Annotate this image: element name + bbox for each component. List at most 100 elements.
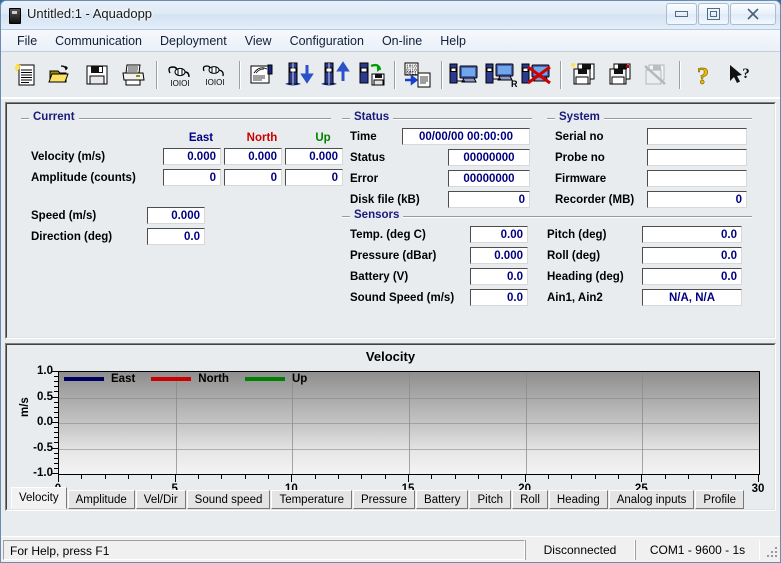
start-online-icon bbox=[449, 63, 478, 83]
analog-inputs-field[interactable]: N/A, N/A bbox=[642, 289, 742, 306]
serial-no-field[interactable] bbox=[647, 128, 747, 145]
chart-xtick-minor bbox=[268, 475, 269, 479]
tab-velocity[interactable]: Velocity bbox=[11, 487, 67, 509]
chart-xtick-minor bbox=[431, 475, 433, 479]
maximize-button[interactable] bbox=[698, 3, 729, 25]
temperature-field[interactable]: 0.00 bbox=[470, 226, 528, 243]
serial-terminal-button[interactable]: IOIOI bbox=[163, 58, 197, 92]
tab-analog-inputs[interactable]: Analog inputs bbox=[608, 490, 695, 509]
chart-xtick-minor bbox=[618, 475, 619, 479]
menu-help[interactable]: Help bbox=[432, 32, 474, 50]
tab-amplitude[interactable]: Amplitude bbox=[67, 490, 135, 509]
chart-xtick-minor bbox=[548, 475, 549, 479]
sound-speed-field[interactable]: 0.0 bbox=[470, 289, 528, 306]
amplitude-up-field[interactable]: 0 bbox=[285, 169, 343, 186]
status-hint: For Help, press F1 bbox=[3, 539, 525, 560]
chart-ytick-minor bbox=[54, 427, 58, 429]
minimize-button[interactable] bbox=[666, 3, 697, 25]
status-code-field[interactable]: 00000000 bbox=[448, 149, 530, 166]
tab-profile[interactable]: Profile bbox=[695, 490, 745, 509]
tab-label: Analog inputs bbox=[616, 494, 687, 506]
roll-label: Roll (deg) bbox=[547, 250, 601, 262]
close-button[interactable] bbox=[730, 3, 776, 25]
menu-communication[interactable]: Communication bbox=[47, 32, 150, 50]
speed-field[interactable]: 0.000 bbox=[147, 207, 205, 224]
serial-cable-button[interactable]: IOIOI bbox=[199, 58, 233, 92]
window-title: Untitled:1 - Aquadopp bbox=[27, 6, 153, 21]
chart-y-axis-label: m/s bbox=[19, 397, 31, 417]
chart-xtick-minor bbox=[571, 475, 573, 479]
chart-xtick-minor bbox=[478, 475, 479, 479]
error-field[interactable]: 00000000 bbox=[448, 170, 530, 187]
velocity-east-field[interactable]: 0.000 bbox=[163, 148, 221, 165]
tab-temperature[interactable]: Temperature bbox=[271, 490, 353, 509]
new-document-button[interactable] bbox=[8, 58, 42, 92]
save-button[interactable] bbox=[80, 58, 114, 92]
chart-xtick-minor bbox=[338, 475, 339, 479]
sensors-group: Sensors Temp. (deg C) 0.00 Pressure (dBa… bbox=[342, 209, 752, 311]
recover-instrument-button[interactable] bbox=[318, 58, 352, 92]
current-group: Current East North Up Velocity (m/s) 0.0… bbox=[21, 111, 343, 245]
recorder-field[interactable]: 0 bbox=[647, 191, 747, 208]
deployment-planning-button[interactable] bbox=[246, 58, 280, 92]
tab-vel-dir[interactable]: Vel/Dir bbox=[135, 490, 186, 509]
legend-label-up: Up bbox=[291, 373, 308, 385]
tab-sound-speed[interactable]: Sound speed bbox=[186, 490, 271, 509]
firmware-field[interactable] bbox=[647, 170, 747, 187]
tab-pitch[interactable]: Pitch bbox=[469, 490, 512, 509]
chart-ytick-minor bbox=[54, 391, 58, 393]
direction-field[interactable]: 0.0 bbox=[147, 228, 205, 245]
probe-no-field[interactable] bbox=[647, 149, 747, 166]
chart-xtick bbox=[174, 475, 176, 482]
tab-heading[interactable]: Heading bbox=[548, 490, 608, 509]
menu-deployment[interactable]: Deployment bbox=[152, 32, 235, 50]
amplitude-east-field[interactable]: 0 bbox=[163, 169, 221, 186]
disk-file-field[interactable]: 0 bbox=[448, 191, 530, 208]
menu-configuration[interactable]: Configuration bbox=[282, 32, 372, 50]
roll-field[interactable]: 0.0 bbox=[642, 247, 742, 264]
print-button[interactable] bbox=[116, 58, 150, 92]
new-recorder-file-button[interactable] bbox=[567, 58, 601, 92]
battery-field[interactable]: 0.0 bbox=[470, 268, 528, 285]
stop-online-button[interactable] bbox=[520, 58, 554, 92]
chart-ytick-minor bbox=[54, 406, 58, 408]
chart-xtick bbox=[758, 475, 759, 482]
deploy-instrument-button[interactable] bbox=[282, 58, 316, 92]
chart-tab-bar: Velocity Amplitude Vel/Dir Sound speed Tempe… bbox=[11, 487, 770, 509]
tab-pressure[interactable]: Pressure bbox=[353, 490, 416, 509]
tab-label: Heading bbox=[556, 494, 600, 506]
menu-online[interactable]: On-line bbox=[374, 32, 430, 50]
open-file-button[interactable] bbox=[44, 58, 78, 92]
start-online-button[interactable] bbox=[448, 58, 482, 92]
amplitude-north-field[interactable]: 0 bbox=[224, 169, 282, 186]
serial-no-label: Serial no bbox=[555, 131, 604, 143]
convert-data-button[interactable]: 1010 0110 0011 bbox=[401, 58, 435, 92]
heading-field[interactable]: 0.0 bbox=[642, 268, 742, 285]
legend-swatch-east bbox=[64, 377, 104, 381]
pressure-field[interactable]: 0.000 bbox=[470, 247, 528, 264]
start-recorder-button[interactable]: R bbox=[484, 58, 518, 92]
chart-xtick-minor bbox=[314, 475, 316, 479]
save-deployment-button[interactable] bbox=[354, 58, 388, 92]
maximize-icon bbox=[707, 8, 720, 20]
menu-file[interactable]: File bbox=[9, 32, 45, 50]
application-window: Untitled:1 - Aquadopp File Communication… bbox=[0, 0, 781, 563]
tab-roll[interactable]: Roll bbox=[512, 490, 548, 509]
pitch-field[interactable]: 0.0 bbox=[642, 226, 742, 243]
erase-recorder-button[interactable] bbox=[639, 58, 673, 92]
tab-battery[interactable]: Battery bbox=[416, 490, 469, 509]
time-field[interactable]: 00/00/00 00:00:00 bbox=[402, 128, 530, 145]
help-button[interactable]: ? bbox=[686, 58, 720, 92]
retrieve-recorder-button[interactable] bbox=[603, 58, 637, 92]
chart-ytick-minor bbox=[54, 457, 58, 459]
start-recorder-icon: R bbox=[485, 63, 518, 89]
context-help-button[interactable]: ? bbox=[722, 58, 756, 92]
velocity-up-field[interactable]: 0.000 bbox=[285, 148, 343, 165]
menu-view[interactable]: View bbox=[237, 32, 280, 50]
velocity-north-field[interactable]: 0.000 bbox=[224, 148, 282, 165]
heading-label: Heading (deg) bbox=[547, 271, 624, 283]
resize-grip[interactable] bbox=[762, 542, 778, 558]
context-help-icon: ? bbox=[730, 64, 750, 83]
window-controls bbox=[665, 3, 776, 25]
chart-ytick-label: 0.5 bbox=[37, 390, 53, 403]
